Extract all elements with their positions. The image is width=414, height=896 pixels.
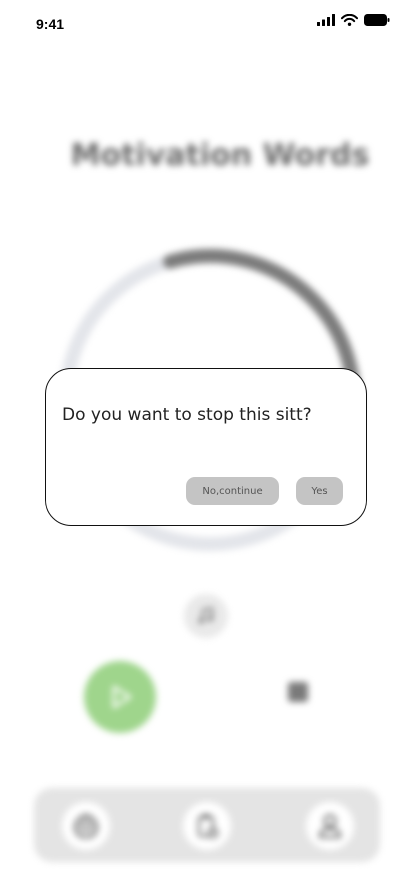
nav-settings-button[interactable]: [62, 802, 110, 850]
status-icons: [317, 14, 390, 26]
clipboard-clock-icon: [198, 814, 219, 839]
nav-history-button[interactable]: [183, 802, 231, 850]
wifi-icon: [341, 14, 358, 26]
no-continue-button[interactable]: No,continue: [186, 477, 279, 505]
music-note-icon: [198, 607, 213, 624]
yes-button[interactable]: Yes: [296, 477, 343, 505]
user-icon: [319, 814, 341, 838]
gear-icon: [73, 813, 99, 839]
dialog-question: Do you want to stop this sitt?: [62, 405, 312, 425]
nav-profile-button[interactable]: [306, 802, 354, 850]
status-time: 9:41: [36, 16, 65, 32]
battery-icon: [364, 14, 390, 26]
play-icon: [112, 685, 132, 709]
play-button[interactable]: [84, 661, 156, 733]
signal-icon: [317, 14, 335, 26]
page-title: Motivation Words: [70, 138, 370, 173]
stop-button[interactable]: [288, 682, 308, 702]
status-bar: 9:41: [0, 0, 414, 48]
stop-confirmation-dialog: Do you want to stop this sitt? No,contin…: [45, 368, 367, 526]
bottom-nav: [34, 788, 380, 862]
music-button[interactable]: [184, 594, 228, 638]
